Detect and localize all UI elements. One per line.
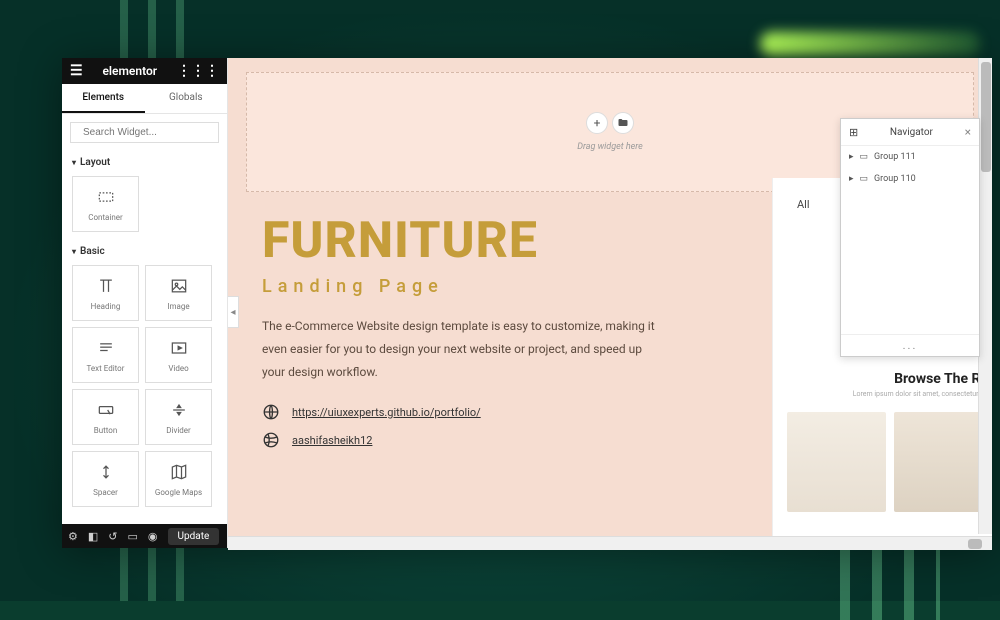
spacer-icon (96, 462, 116, 482)
widget-image[interactable]: Image (145, 265, 212, 321)
widget-divider[interactable]: Divider (145, 389, 212, 445)
widget-search[interactable] (70, 122, 219, 143)
hero-body: The e-Commerce Website design template i… (262, 315, 660, 383)
browse-title: Browse The Ra (787, 371, 988, 387)
update-button[interactable]: Update (168, 528, 220, 545)
navigator-item[interactable]: ▸▭Group 110 (841, 168, 979, 190)
template-button[interactable] (612, 112, 634, 134)
navigator-item[interactable]: ▸▭Group 111 (841, 146, 979, 168)
sidebar-tabs: Elements Globals (62, 84, 227, 114)
hero-subtitle: Landing Page (262, 276, 660, 297)
tab-elements[interactable]: Elements (62, 84, 145, 113)
menu-icon[interactable]: ☰ (70, 63, 83, 79)
folder-icon (617, 117, 629, 129)
sidebar-header: ☰ elementor ⋮⋮⋮ (62, 58, 227, 84)
widget-spacer[interactable]: Spacer (72, 451, 139, 507)
sidebar-footer: ⚙ ◧ ↺ ▭ ◉ Update ▴ (62, 524, 227, 548)
widget-container[interactable]: Container (72, 176, 139, 232)
widget-heading[interactable]: Heading (72, 265, 139, 321)
apps-icon[interactable]: ⋮⋮⋮ (177, 63, 219, 79)
canvas: ◂ + Drag widget here FURNITURE Landing P… (228, 58, 992, 548)
dropzone-hint: Drag widget here (577, 142, 643, 152)
chevron-down-icon: ▾ (72, 158, 76, 167)
preview-image (787, 412, 886, 512)
layers-icon[interactable]: ◧ (88, 530, 98, 543)
hero-section: FURNITURE Landing Page The e-Commerce We… (228, 206, 678, 449)
portfolio-link[interactable]: https://uiuxexperts.github.io/portfolio/ (292, 406, 481, 419)
group-icon: ▭ (860, 174, 869, 184)
navigator-expand-icon[interactable]: ⊞ (849, 126, 858, 139)
section-basic[interactable]: ▾Basic (62, 240, 227, 261)
chevron-right-icon: ▸ (849, 152, 854, 162)
navigator-panel: ⊞ Navigator × ▸▭Group 111 ▸▭Group 110 ..… (840, 118, 980, 357)
responsive-icon[interactable]: ▭ (128, 530, 138, 543)
chevron-down-icon: ▾ (72, 247, 76, 256)
widget-button[interactable]: Button (72, 389, 139, 445)
horizontal-scrollbar[interactable] (228, 536, 992, 550)
divider-icon (169, 400, 189, 420)
sidebar: ☰ elementor ⋮⋮⋮ Elements Globals ▾Layout… (62, 58, 228, 548)
sidebar-collapse-handle[interactable]: ◂ (228, 296, 239, 328)
tab-globals[interactable]: Globals (145, 84, 228, 113)
search-input[interactable] (83, 127, 215, 138)
map-icon (169, 462, 189, 482)
dribbble-icon (262, 431, 280, 449)
text-editor-icon (96, 338, 116, 358)
heading-icon (96, 276, 116, 296)
image-icon (169, 276, 189, 296)
section-layout[interactable]: ▾Layout (62, 151, 227, 172)
chevron-right-icon: ▸ (849, 174, 854, 184)
navigator-title: Navigator (858, 127, 964, 138)
video-icon (169, 338, 189, 358)
container-icon (96, 187, 116, 207)
browse-desc: Lorem ipsum dolor sit amet, consectetur … (787, 390, 988, 398)
close-icon[interactable]: × (965, 125, 971, 139)
widget-text-editor[interactable]: Text Editor (72, 327, 139, 383)
group-icon: ▭ (860, 152, 869, 162)
dribbble-link[interactable]: aashifasheikh12 (292, 434, 372, 447)
hero-title: FURNITURE (262, 216, 660, 266)
add-section-button[interactable]: + (586, 112, 608, 134)
widget-google-maps[interactable]: Google Maps (145, 451, 212, 507)
history-icon[interactable]: ↺ (108, 530, 117, 543)
elementor-app: ☰ elementor ⋮⋮⋮ Elements Globals ▾Layout… (62, 58, 992, 548)
brand-label: elementor (102, 64, 157, 78)
globe-icon (262, 403, 280, 421)
settings-icon[interactable]: ⚙ (68, 530, 78, 543)
preview-icon[interactable]: ◉ (148, 530, 158, 543)
vertical-scrollbar[interactable] (978, 58, 992, 534)
navigator-resize-handle[interactable]: ... (841, 334, 979, 356)
button-icon (96, 400, 116, 420)
widget-video[interactable]: Video (145, 327, 212, 383)
